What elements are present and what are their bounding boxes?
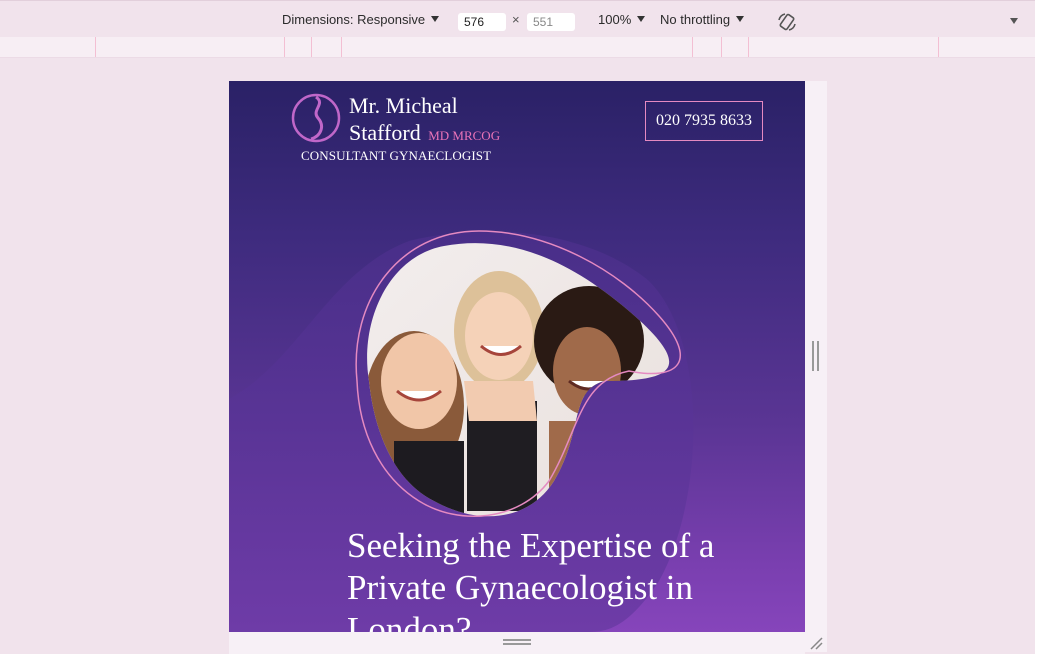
zoom-label: 100% (598, 12, 632, 27)
dimensions-label: Dimensions: Responsive (282, 12, 426, 27)
rotate-icon[interactable] (776, 11, 798, 33)
corner-resize-icon[interactable] (809, 636, 823, 650)
media-query-marker[interactable] (311, 37, 312, 57)
media-query-marker[interactable] (721, 37, 722, 57)
chevron-down-icon (431, 16, 440, 22)
height-input[interactable] (527, 13, 575, 31)
media-query-marker[interactable] (284, 37, 285, 57)
page-viewport: Mr. Micheal Stafford MD MRCOG CONSULTANT… (229, 81, 805, 632)
throttling-dropdown[interactable]: No throttling (660, 12, 745, 27)
bottom-resize-handle[interactable] (503, 639, 531, 645)
throttling-label: No throttling (660, 12, 731, 27)
width-input[interactable] (458, 13, 506, 31)
device-toolbar: Dimensions: Responsive × 100% No throttl… (0, 0, 1035, 37)
times-separator: × (512, 12, 520, 27)
hero-headline: Seeking the Expertise of a Private Gynae… (347, 526, 715, 632)
media-query-marker[interactable] (748, 37, 749, 57)
right-resize-handle[interactable] (812, 341, 819, 371)
chevron-down-icon (637, 16, 646, 22)
media-query-bar (0, 37, 1035, 58)
dimensions-dropdown[interactable]: Dimensions: Responsive (282, 12, 440, 27)
more-options-icon[interactable] (1010, 18, 1018, 24)
chevron-down-icon (736, 16, 745, 22)
media-query-marker[interactable] (692, 37, 693, 57)
zoom-dropdown[interactable]: 100% (598, 12, 646, 27)
media-query-marker[interactable] (938, 37, 939, 57)
media-query-marker[interactable] (341, 37, 342, 57)
media-query-marker[interactable] (95, 37, 96, 57)
